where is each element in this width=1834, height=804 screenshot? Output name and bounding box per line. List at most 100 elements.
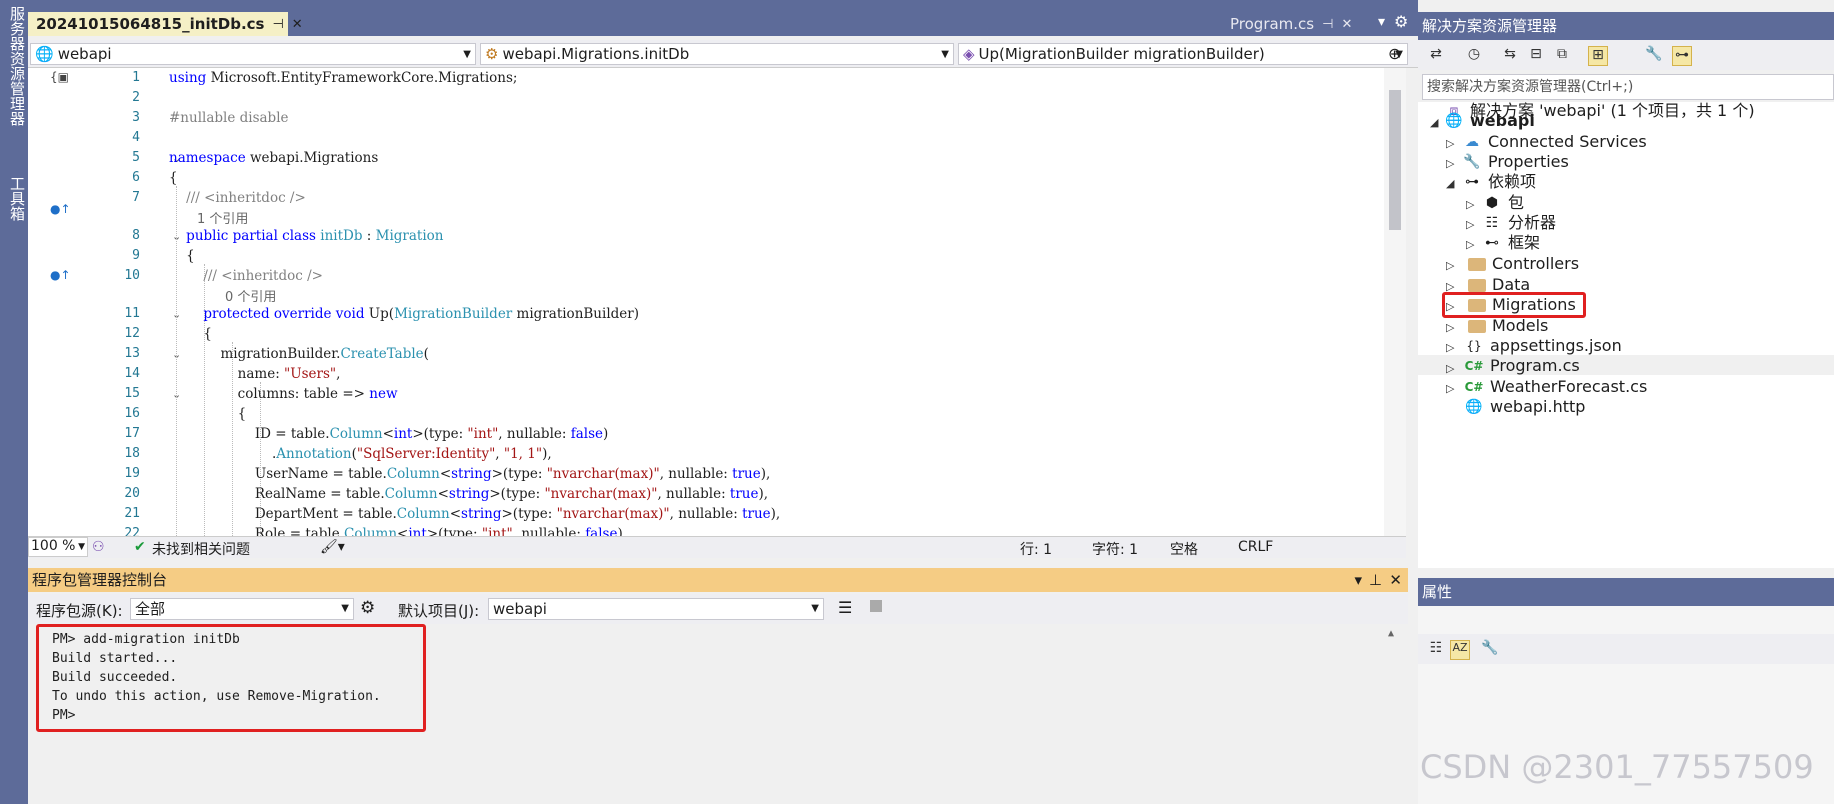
- close-icon[interactable]: ✕: [292, 17, 303, 32]
- line-number: 1: [132, 70, 140, 85]
- line-number: 18: [124, 446, 140, 461]
- code-line: using Microsoft.EntityFrameworkCore.Migr…: [169, 70, 518, 86]
- line-number: 9: [132, 248, 140, 263]
- code-line: public partial class initDb : Migration: [186, 228, 444, 244]
- chevron-down-icon: ▼: [941, 48, 949, 60]
- pmc-console[interactable]: PM> add-migration initDb Build started..…: [28, 624, 1408, 804]
- code-line: {: [169, 170, 178, 186]
- code-editor[interactable]: {▣ ●↑ ●↑ 1 2 3 4 5 6 7 8 9 10 11 12 13 1…: [28, 68, 1388, 536]
- pin-icon[interactable]: ⊣: [272, 17, 283, 32]
- tab-overflow-icon[interactable]: ▾: [1378, 14, 1385, 30]
- collapsed-arrow-icon[interactable]: ▷: [1466, 238, 1474, 251]
- line-number: 15: [124, 386, 140, 401]
- code-line: columns: table => new: [169, 386, 398, 402]
- code-line: {: [169, 248, 195, 264]
- tree-item-webapi-http[interactable]: 🌐 webapi.http: [1464, 395, 1585, 419]
- package-source-dropdown[interactable]: 全部 ▼: [130, 598, 354, 620]
- check-icon: ✔: [134, 539, 146, 555]
- properties-toolbar: ☷ AZ 🔧: [1418, 634, 1834, 664]
- expanded-arrow-icon[interactable]: ◢: [1446, 177, 1454, 190]
- copilot-icon[interactable]: ⚇: [92, 539, 105, 555]
- chevron-down-icon: ▼: [463, 48, 471, 60]
- wrench-icon[interactable]: 🔧: [1644, 46, 1664, 66]
- solution-tree: ⧈ 解决方案 'webapi' (1 个项目，共 1 个) ◢ 🌐 webapi ▷…: [1418, 101, 1834, 568]
- collapsed-arrow-icon[interactable]: ▷: [1446, 259, 1454, 272]
- class-dropdown[interactable]: ⚙ webapi.Migrations.initDb ▼: [480, 43, 954, 65]
- watermark: CSDN @2301_77557509: [1420, 748, 1814, 786]
- code-line: DepartMent = table.Column<string>(type: …: [169, 506, 781, 522]
- collapsed-arrow-icon[interactable]: ▷: [1446, 362, 1454, 375]
- navigation-bar: 🌐 webapi ▼ ⚙ webapi.Migrations.initDb ▼ …: [28, 40, 1418, 68]
- collapsed-arrow-icon[interactable]: ▷: [1466, 198, 1474, 211]
- close-icon[interactable]: ✕: [1341, 17, 1352, 32]
- line-number: 5: [132, 150, 140, 165]
- char-indicator[interactable]: 字符: 1: [1092, 539, 1138, 559]
- gear-icon[interactable]: ⚙: [1394, 12, 1408, 31]
- line-number: 20: [124, 486, 140, 501]
- expanded-arrow-icon[interactable]: ◢: [1430, 116, 1438, 129]
- toolbox-tab[interactable]: 工具箱: [0, 176, 28, 221]
- line-number: 16: [124, 406, 140, 421]
- collapsed-arrow-icon[interactable]: ▷: [1446, 382, 1454, 395]
- alphabetical-icon[interactable]: AZ: [1450, 640, 1470, 660]
- gear-icon[interactable]: ⚙: [360, 598, 375, 618]
- implementation-icon[interactable]: ●↑: [50, 268, 71, 282]
- preview-icon[interactable]: ⊶: [1672, 46, 1692, 66]
- line-number: 2: [132, 90, 140, 105]
- wrench-icon[interactable]: 🔧: [1480, 640, 1500, 660]
- server-explorer-tab[interactable]: 服务器资源管理器: [0, 6, 28, 126]
- project-dropdown[interactable]: 🌐 webapi ▼: [30, 43, 476, 65]
- implementation-icon[interactable]: ●↑: [50, 202, 71, 216]
- line-indicator[interactable]: 行: 1: [1020, 539, 1052, 559]
- tab-program-title: Program.cs: [1230, 15, 1315, 33]
- class-icon: ⚙: [485, 45, 499, 63]
- stop-icon[interactable]: [870, 600, 882, 612]
- default-project-dropdown[interactable]: webapi ▼: [488, 598, 824, 620]
- issues-label[interactable]: 未找到相关问题: [152, 539, 250, 559]
- close-icon[interactable]: ✕: [1389, 568, 1402, 592]
- method-icon: ◈: [963, 45, 975, 63]
- line-number: 6: [132, 170, 140, 185]
- code-line: name: "Users",: [169, 366, 341, 382]
- spaces-indicator[interactable]: 空格: [1170, 539, 1198, 559]
- collapsed-arrow-icon[interactable]: ▷: [1446, 321, 1454, 334]
- line-number: 17: [124, 426, 140, 441]
- split-editor-icon[interactable]: ⊕: [1388, 44, 1401, 63]
- scrollbar-thumb[interactable]: [1389, 90, 1401, 230]
- collapsed-arrow-icon[interactable]: ▷: [1446, 157, 1454, 170]
- dependencies-icon: ⊶: [1465, 174, 1479, 190]
- collapsed-arrow-icon[interactable]: ▷: [1446, 137, 1454, 150]
- collapsed-arrow-icon[interactable]: ▷: [1446, 341, 1454, 354]
- code-line: UserName = table.Column<string>(type: "n…: [169, 466, 771, 482]
- zoom-dropdown[interactable]: 100 % ▼: [28, 537, 88, 557]
- solution-explorer-header: 解决方案资源管理器: [1418, 12, 1834, 40]
- codelens-references[interactable]: 0 个引用: [225, 286, 276, 305]
- editor-scrollbar[interactable]: [1384, 68, 1406, 536]
- categorized-icon[interactable]: ☷: [1426, 640, 1446, 660]
- code-line: ID = table.Column<int>(type: "int", null…: [169, 426, 609, 442]
- pin-icon[interactable]: ⊣: [1322, 17, 1333, 32]
- collapsed-arrow-icon[interactable]: ▷: [1466, 218, 1474, 231]
- folder-icon: [1468, 319, 1486, 333]
- solution-search-input[interactable]: 搜索解决方案资源管理器(Ctrl+;): [1422, 74, 1834, 100]
- pin-icon[interactable]: ⊥: [1369, 568, 1382, 592]
- show-all-icon[interactable]: ⧉: [1552, 46, 1572, 66]
- eol-indicator[interactable]: CRLF: [1238, 539, 1273, 555]
- history-icon[interactable]: ◷: [1464, 46, 1484, 66]
- chevron-down-icon[interactable]: ▾: [1354, 568, 1362, 592]
- back-icon[interactable]: ⇆: [1500, 46, 1520, 66]
- filter-icon[interactable]: ⊞: [1588, 46, 1608, 66]
- class-dropdown-value: webapi.Migrations.initDb: [502, 45, 690, 63]
- codelens-references[interactable]: 1 个引用: [197, 208, 248, 227]
- scroll-up-icon[interactable]: ▲: [1388, 628, 1394, 639]
- package-source-value: 全部: [135, 600, 166, 618]
- folder-icon: [1468, 257, 1486, 271]
- tab-initdb[interactable]: 20241015064815_initDb.cs ⊣ ✕: [28, 12, 303, 36]
- member-dropdown[interactable]: ◈ Up(MigrationBuilder migrationBuilder) …: [958, 43, 1408, 65]
- collapse-icon[interactable]: ⊟: [1526, 46, 1546, 66]
- brush-icon[interactable]: 🖌▾: [320, 539, 345, 555]
- tab-program[interactable]: Program.cs ⊣ ✕: [1222, 12, 1372, 36]
- sync-icon[interactable]: ⇄: [1426, 46, 1446, 66]
- clear-console-icon[interactable]: ☰: [838, 598, 852, 617]
- code-line: {: [169, 326, 212, 342]
